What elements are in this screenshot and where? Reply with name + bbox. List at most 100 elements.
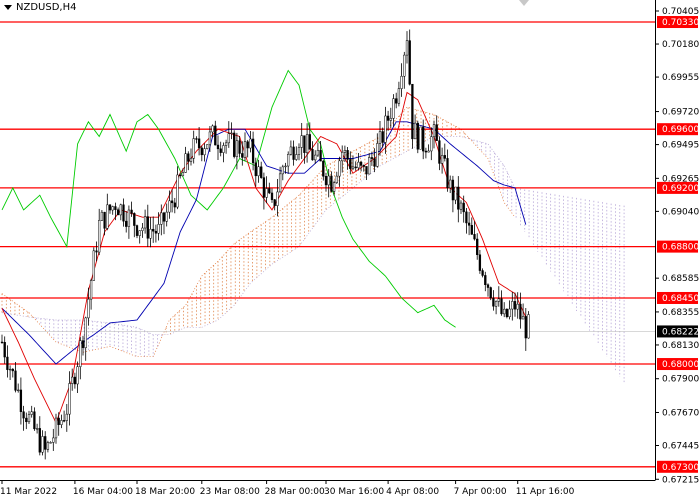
price-tick-label: 0.68585 bbox=[662, 274, 699, 284]
candle-body bbox=[149, 228, 152, 239]
candle-body bbox=[413, 122, 417, 140]
candle-body bbox=[27, 414, 31, 423]
candle-body bbox=[251, 138, 255, 164]
candle-body bbox=[478, 254, 482, 271]
time-tick-label: 7 Apr 00:00 bbox=[454, 487, 507, 497]
candle-body bbox=[481, 270, 484, 276]
candle-body bbox=[154, 230, 158, 234]
price-tick-label: 0.68355 bbox=[662, 308, 699, 318]
candle-body bbox=[189, 158, 193, 162]
candle-body bbox=[381, 131, 384, 143]
candle-body bbox=[354, 166, 357, 169]
candle-body bbox=[465, 211, 468, 224]
candle-body bbox=[278, 173, 282, 193]
candle-body bbox=[187, 153, 190, 162]
level-price-tag: 0.69200 bbox=[662, 184, 699, 194]
candle-body bbox=[316, 150, 320, 156]
candle-body bbox=[230, 132, 233, 135]
candle-body bbox=[300, 135, 303, 148]
candle-body bbox=[197, 138, 201, 149]
time-tick-label: 11 Mar 2022 bbox=[0, 487, 57, 497]
chart-shift-icon[interactable] bbox=[519, 0, 529, 6]
level-price-tag: 0.70330 bbox=[662, 18, 699, 28]
candle-body bbox=[143, 216, 147, 229]
level-price-tag: 0.67300 bbox=[662, 463, 699, 473]
candle-body bbox=[505, 308, 509, 318]
candle-body bbox=[227, 133, 230, 144]
level-price-tag: 0.68450 bbox=[662, 294, 699, 304]
candle-body bbox=[30, 411, 33, 415]
candle-body bbox=[432, 124, 436, 137]
candle-body bbox=[157, 224, 160, 234]
candle-body bbox=[451, 179, 455, 201]
candle-body bbox=[411, 83, 414, 140]
candle-body bbox=[8, 368, 12, 371]
candle-body bbox=[211, 125, 214, 133]
candle-body bbox=[41, 436, 44, 453]
candle-body bbox=[332, 182, 336, 192]
candle-body bbox=[389, 118, 392, 121]
candle-body bbox=[292, 146, 295, 160]
candle-body bbox=[65, 413, 68, 421]
candle-body bbox=[49, 442, 52, 444]
candle-body bbox=[224, 142, 228, 146]
candle-body bbox=[257, 166, 260, 177]
price-tick-label: 0.69955 bbox=[662, 73, 699, 83]
candle-body bbox=[343, 150, 347, 153]
time-tick-label: 11 Apr 16:00 bbox=[516, 487, 575, 497]
candle-body bbox=[473, 234, 476, 240]
candle-body bbox=[392, 98, 395, 119]
candle-body bbox=[152, 228, 155, 232]
candle-body bbox=[146, 216, 149, 239]
candle-body bbox=[87, 298, 90, 319]
candle-body bbox=[457, 186, 460, 210]
candle-body bbox=[160, 212, 163, 225]
candle-body bbox=[524, 316, 527, 339]
candle-body bbox=[405, 40, 409, 56]
candle-body bbox=[206, 144, 209, 149]
candle-body bbox=[6, 356, 9, 370]
candle-body bbox=[35, 428, 39, 430]
candle-body bbox=[459, 202, 463, 210]
candle-body bbox=[400, 75, 403, 89]
candle-body bbox=[265, 188, 268, 198]
candle-body bbox=[100, 211, 104, 221]
candle-body bbox=[84, 317, 87, 348]
candle-body bbox=[135, 225, 139, 236]
candle-body bbox=[419, 126, 422, 150]
candle-body bbox=[238, 140, 241, 154]
candle-body bbox=[73, 376, 77, 385]
candle-body bbox=[165, 211, 168, 222]
candle-body bbox=[208, 131, 212, 145]
candle-body bbox=[254, 162, 257, 177]
candle-body bbox=[508, 308, 511, 318]
candle-body bbox=[114, 206, 117, 210]
candle-body bbox=[362, 165, 365, 167]
candle-body bbox=[195, 138, 198, 140]
level-price-tag: 0.68800 bbox=[662, 243, 699, 253]
candle-body bbox=[168, 200, 171, 213]
symbol-label: NZDUSD,H4 bbox=[4, 2, 76, 13]
candle-body bbox=[470, 225, 473, 235]
candle-body bbox=[95, 250, 98, 253]
candle-body bbox=[176, 174, 179, 208]
candle-body bbox=[262, 177, 266, 198]
candle-body bbox=[335, 175, 338, 183]
candle-body bbox=[446, 158, 449, 189]
candle-body bbox=[276, 191, 279, 206]
candle-body bbox=[116, 209, 120, 216]
candle-body bbox=[384, 115, 387, 143]
candle-body bbox=[438, 140, 441, 164]
chart-root[interactable]: 0.70405 0.70180 0.69955 0.69720 0.69495 0.692… bbox=[0, 0, 700, 500]
candle-body bbox=[427, 150, 430, 153]
menu-triangle-icon[interactable] bbox=[4, 5, 12, 10]
candle-body bbox=[376, 143, 379, 167]
candle-body bbox=[173, 202, 176, 208]
candle-body bbox=[14, 370, 17, 391]
candle-body bbox=[3, 342, 6, 358]
chart-canvas[interactable]: 0.70405 0.70180 0.69955 0.69720 0.69495 0.692… bbox=[0, 0, 700, 500]
candle-body bbox=[378, 131, 382, 144]
candle-body bbox=[79, 340, 82, 367]
candle-body bbox=[454, 186, 457, 201]
candle-body bbox=[203, 148, 206, 156]
